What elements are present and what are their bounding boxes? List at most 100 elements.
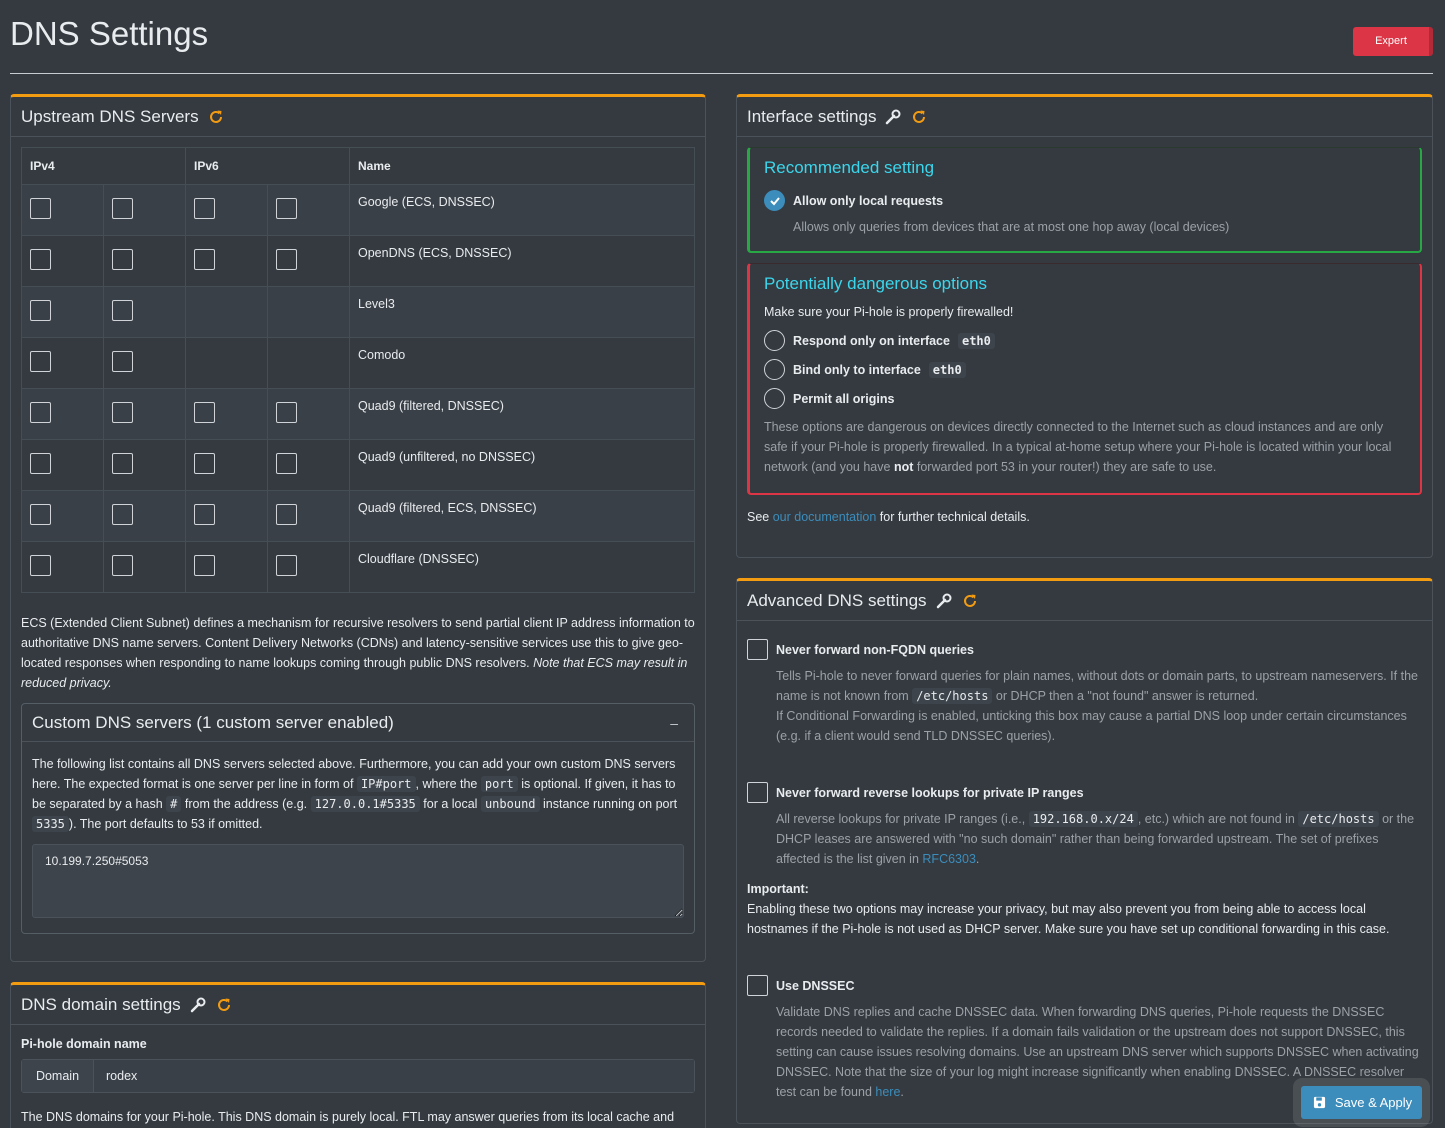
domain-name-label: Pi-hole domain name (21, 1037, 147, 1051)
never-forward-reverse-label: Never forward reverse lookups for privat… (776, 785, 1084, 800)
dns-server-row: Google (ECS, DNSSEC) (21, 184, 695, 236)
interface-settings-title: Interface settings (747, 106, 877, 126)
dns-server-cell (267, 388, 350, 440)
dns-server-name: Level3 (349, 286, 695, 338)
documentation-link[interactable]: our documentation (773, 510, 877, 524)
see-docs: See our documentation for further techni… (747, 510, 1030, 524)
ipv6-checkbox[interactable] (276, 402, 297, 423)
ipv4-checkbox[interactable] (30, 249, 51, 270)
domain-name-input[interactable]: rodex (94, 1060, 694, 1092)
dns-server-cell (185, 490, 268, 542)
dns-server-cell (267, 235, 350, 287)
dns-server-name: Google (ECS, DNSSEC) (349, 184, 695, 236)
save-apply-button[interactable]: Save & Apply (1301, 1086, 1422, 1119)
ipv6-checkbox[interactable] (194, 402, 215, 423)
ipv6-checkbox[interactable] (276, 555, 297, 576)
ipv4-checkbox[interactable] (112, 249, 133, 270)
ipv6-checkbox[interactable] (194, 504, 215, 525)
bind-interface-radio[interactable] (764, 359, 785, 380)
use-dnssec-checkbox[interactable] (747, 975, 768, 996)
allow-local-desc: Allows only queries from devices that ar… (793, 220, 1230, 234)
refresh-icon[interactable] (910, 108, 928, 126)
custom-dns-help: The following list contains all DNS serv… (32, 757, 678, 832)
important-label: Important: (747, 882, 809, 896)
ipv4-checkbox[interactable] (112, 453, 133, 474)
advanced-dns-card: Advanced DNS settings Never forward non-… (736, 578, 1433, 1124)
ipv6-checkbox[interactable] (276, 249, 297, 270)
ipv6-checkbox[interactable] (194, 198, 215, 219)
refresh-icon[interactable] (961, 592, 979, 610)
ipv4-header: IPv4 (21, 147, 186, 185)
ipv4-checkbox[interactable] (112, 300, 133, 321)
custom-dns-panel: Custom DNS servers (1 custom server enab… (21, 703, 695, 934)
ipv4-checkbox[interactable] (30, 555, 51, 576)
interface-settings-card: Interface settings Recommended setting A… (736, 94, 1433, 558)
permit-all-radio[interactable] (764, 388, 785, 409)
respond-iface-code: eth0 (957, 332, 995, 349)
refresh-icon[interactable] (215, 996, 233, 1014)
ipv6-checkbox[interactable] (276, 453, 297, 474)
ipv4-checkbox[interactable] (112, 198, 133, 219)
ipv4-checkbox[interactable] (30, 504, 51, 525)
save-apply-label: Save & Apply (1334, 1095, 1413, 1110)
allow-local-label: Allow only local requests (793, 193, 944, 208)
upstream-dns-title: Upstream DNS Servers (21, 106, 199, 126)
dns-server-name: Cloudflare (DNSSEC) (349, 541, 695, 593)
dns-server-cell (103, 286, 186, 338)
ipv6-checkbox[interactable] (194, 249, 215, 270)
dns-server-name: Quad9 (unfiltered, no DNSSEC) (349, 439, 695, 491)
dns-server-cell (21, 439, 104, 491)
never-forward-fqdn-checkbox[interactable] (747, 639, 768, 660)
dns-server-row: Quad9 (unfiltered, no DNSSEC) (21, 439, 695, 491)
dns-server-cell (267, 184, 350, 236)
ipv4-checkbox[interactable] (112, 504, 133, 525)
wrench-icon (935, 592, 953, 610)
ipv4-checkbox[interactable] (30, 300, 51, 321)
ipv4-checkbox[interactable] (112, 555, 133, 576)
ipv4-checkbox[interactable] (30, 453, 51, 474)
domain-addon: Domain (22, 1060, 94, 1092)
dns-server-cell (21, 337, 104, 389)
dns-server-cell (103, 337, 186, 389)
dns-server-cell (21, 184, 104, 236)
ipv4-checkbox[interactable] (30, 402, 51, 423)
danger-box: Potentially dangerous options Make sure … (747, 263, 1422, 495)
dns-server-cell (21, 286, 104, 338)
use-dnssec-label: Use DNSSEC (776, 978, 855, 993)
dns-server-cell (185, 541, 268, 593)
allow-local-radio[interactable] (764, 190, 785, 211)
upstream-dns-card: Upstream DNS Servers IPv4 IPv6 Name Goog… (10, 94, 706, 962)
ipv6-checkbox[interactable] (276, 504, 297, 525)
respond-interface-radio[interactable] (764, 330, 785, 351)
dns-server-cell (185, 235, 268, 287)
ipv6-checkbox[interactable] (194, 555, 215, 576)
dns-server-cell (21, 541, 104, 593)
ipv4-checkbox[interactable] (30, 351, 51, 372)
dnssec-test-link[interactable]: here (875, 1085, 900, 1099)
upstream-dns-table: IPv4 IPv6 Name Google (ECS, DNSSEC) OpenD… (21, 147, 695, 593)
ipv6-checkbox[interactable] (194, 453, 215, 474)
page-title: DNS Settings (10, 15, 209, 52)
dns-server-cell (103, 490, 186, 542)
advanced-dns-title: Advanced DNS settings (747, 590, 927, 610)
dns-server-name: Comodo (349, 337, 695, 389)
dns-server-name: Quad9 (filtered, ECS, DNSSEC) (349, 490, 695, 542)
reverse-description: All reverse lookups for private IP range… (776, 811, 1415, 866)
ipv4-checkbox[interactable] (112, 402, 133, 423)
rfc6303-link[interactable]: RFC6303 (922, 852, 976, 866)
wrench-icon (884, 108, 902, 126)
ipv6-checkbox[interactable] (276, 198, 297, 219)
ipv4-checkbox[interactable] (112, 351, 133, 372)
custom-dns-textarea[interactable]: 10.199.7.250#5053 (32, 844, 684, 918)
refresh-icon[interactable] (207, 108, 225, 126)
ipv4-checkbox[interactable] (30, 198, 51, 219)
expert-toggle-button[interactable]: Expert (1353, 27, 1433, 56)
dns-server-row: Quad9 (filtered, ECS, DNSSEC) (21, 490, 695, 542)
name-header: Name (349, 147, 695, 185)
domain-input-group: Domain rodex (21, 1059, 695, 1093)
dns-server-row: Comodo (21, 337, 695, 389)
never-forward-reverse-checkbox[interactable] (747, 782, 768, 803)
collapse-button[interactable]: – (670, 715, 684, 731)
dns-domain-card: DNS domain settings Pi-hole domain name … (10, 982, 706, 1128)
dns-server-cell (267, 337, 350, 389)
